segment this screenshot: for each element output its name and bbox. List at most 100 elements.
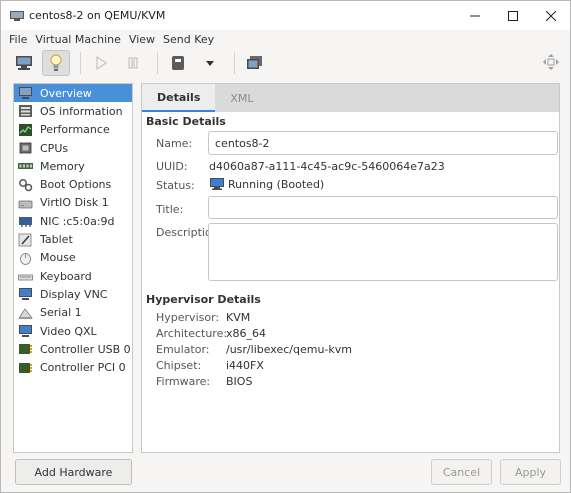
sidebar-item-performance[interactable]: Performance bbox=[14, 121, 132, 139]
menu-view[interactable]: View bbox=[125, 33, 159, 46]
sidebar-item-cpus[interactable]: CPUs bbox=[14, 139, 132, 157]
sidebar-item-label: Controller USB 0 bbox=[40, 342, 131, 356]
serial-icon bbox=[18, 308, 33, 319]
sidebar-item-video-qxl[interactable]: Video QXL bbox=[14, 322, 132, 340]
tab-details[interactable]: Details bbox=[142, 84, 216, 112]
run-button[interactable] bbox=[87, 50, 115, 76]
close-button[interactable] bbox=[532, 1, 570, 30]
dropdown-arrow-icon bbox=[206, 61, 214, 66]
toolbar-separator bbox=[80, 52, 81, 74]
sidebar-item-label: Video QXL bbox=[40, 324, 97, 338]
mouse-icon bbox=[20, 252, 31, 265]
sidebar-item-serial-1[interactable]: Serial 1 bbox=[14, 304, 132, 322]
name-field[interactable]: centos8-2 bbox=[208, 131, 558, 155]
gears-icon bbox=[19, 178, 33, 191]
menu-bar: File Virtual Machine View Send Key bbox=[1, 30, 570, 48]
sidebar-item-label: OS information bbox=[40, 104, 123, 118]
status-label: Status: bbox=[156, 179, 195, 192]
sidebar-item-label: Memory bbox=[40, 159, 85, 173]
uuid-label: UUID: bbox=[156, 160, 188, 173]
show-console-button[interactable] bbox=[10, 50, 38, 76]
monitor-icon bbox=[16, 56, 32, 70]
snapshots-button[interactable] bbox=[241, 50, 269, 76]
sidebar-item-display-vnc[interactable]: Display VNC bbox=[14, 285, 132, 303]
performance-icon bbox=[19, 123, 32, 136]
maximize-icon bbox=[508, 10, 518, 21]
uuid-value: d4060a87-a111-4c45-ac9c-5460064e7a23 bbox=[209, 160, 445, 173]
disk-icon bbox=[18, 200, 33, 209]
minimize-icon bbox=[470, 15, 480, 16]
toolbar bbox=[1, 48, 570, 78]
os-icon bbox=[19, 105, 32, 118]
sidebar-item-tablet[interactable]: Tablet bbox=[14, 230, 132, 248]
vm-app-icon bbox=[10, 10, 24, 21]
status-value: Running (Booted) bbox=[209, 177, 324, 191]
chipset-label: Chipset: bbox=[156, 359, 202, 372]
maximize-button[interactable] bbox=[494, 1, 532, 30]
toolbar-separator bbox=[157, 52, 158, 74]
window-title: centos8-2 on QEMU/KVM bbox=[29, 9, 166, 22]
sidebar-item-label: Overview bbox=[40, 86, 92, 100]
sidebar-item-label: Tablet bbox=[40, 233, 73, 247]
title-field[interactable] bbox=[208, 196, 558, 219]
firmware-label: Firmware: bbox=[156, 375, 211, 388]
video-icon bbox=[19, 325, 32, 337]
sidebar-item-label: VirtIO Disk 1 bbox=[40, 196, 109, 210]
menu-send-key[interactable]: Send Key bbox=[159, 33, 218, 46]
pause-button[interactable] bbox=[119, 50, 147, 76]
running-monitor-icon bbox=[210, 178, 224, 190]
shutdown-button[interactable] bbox=[164, 50, 192, 76]
vm-window: centos8-2 on QEMU/KVM File Virtual Machi… bbox=[0, 0, 571, 493]
title-bar[interactable]: centos8-2 on QEMU/KVM bbox=[1, 1, 570, 30]
emulator-value: /usr/libexec/qemu-kvm bbox=[226, 343, 353, 356]
show-details-button[interactable] bbox=[42, 50, 70, 76]
toolbar-separator bbox=[234, 52, 235, 74]
name-label: Name: bbox=[156, 137, 193, 150]
apply-button[interactable]: Apply bbox=[500, 459, 561, 485]
sidebar-item-label: Display VNC bbox=[40, 287, 108, 301]
close-icon bbox=[546, 10, 556, 21]
hypervisor-value: KVM bbox=[226, 311, 251, 324]
shutdown-menu-button[interactable] bbox=[196, 50, 224, 76]
sidebar-item-memory[interactable]: Memory bbox=[14, 157, 132, 175]
display-icon bbox=[19, 288, 32, 301]
architecture-value: x86_64 bbox=[226, 327, 267, 340]
sidebar-item-virtio-disk-1[interactable]: VirtIO Disk 1 bbox=[14, 194, 132, 212]
sidebar-item-label: Performance bbox=[40, 123, 110, 137]
sidebar-item-label: Keyboard bbox=[40, 269, 92, 283]
sidebar-item-boot-options[interactable]: Boot Options bbox=[14, 175, 132, 193]
add-hardware-button[interactable]: Add Hardware bbox=[15, 459, 132, 485]
sidebar-item-nic-c5-0a-9d[interactable]: NIC :c5:0a:9d bbox=[14, 212, 132, 230]
cancel-button[interactable]: Cancel bbox=[431, 459, 492, 485]
tab-xml[interactable]: XML bbox=[215, 84, 268, 112]
sidebar-item-keyboard[interactable]: Keyboard bbox=[14, 267, 132, 285]
hypervisor-details-heading: Hypervisor Details bbox=[146, 293, 261, 306]
menu-file[interactable]: File bbox=[5, 33, 31, 46]
sidebar-item-mouse[interactable]: Mouse bbox=[14, 249, 132, 267]
chipset-value: i440FX bbox=[226, 359, 264, 372]
power-icon bbox=[172, 56, 184, 70]
fullscreen-icon bbox=[543, 54, 559, 70]
status-text: Running (Booted) bbox=[228, 177, 325, 191]
description-field[interactable] bbox=[208, 223, 558, 281]
sidebar-item-overview[interactable]: Overview bbox=[14, 84, 132, 103]
pause-icon bbox=[128, 57, 138, 69]
snapshot-icon bbox=[247, 56, 262, 69]
controller-icon bbox=[19, 344, 32, 355]
sidebar-item-label: Serial 1 bbox=[40, 306, 82, 320]
sidebar-item-controller-pci-0[interactable]: Controller PCI 0 bbox=[14, 358, 132, 376]
sidebar-item-label: Mouse bbox=[40, 251, 76, 265]
sidebar-item-label: NIC :c5:0a:9d bbox=[40, 214, 115, 228]
sidebar-item-label: Controller PCI 0 bbox=[40, 361, 126, 375]
play-icon bbox=[96, 56, 107, 70]
sidebar-item-controller-usb-0[interactable]: Controller USB 0 bbox=[14, 340, 132, 358]
minimize-button[interactable] bbox=[456, 1, 494, 30]
emulator-label: Emulator: bbox=[156, 343, 210, 356]
hypervisor-label: Hypervisor: bbox=[156, 311, 220, 324]
menu-virtual-machine[interactable]: Virtual Machine bbox=[31, 33, 125, 46]
fullscreen-button[interactable] bbox=[542, 53, 560, 74]
sidebar-item-os-information[interactable]: OS information bbox=[14, 102, 132, 120]
title-label: Title: bbox=[156, 203, 184, 216]
monitor-icon bbox=[19, 87, 32, 100]
tab-bar: Details XML bbox=[142, 84, 559, 112]
